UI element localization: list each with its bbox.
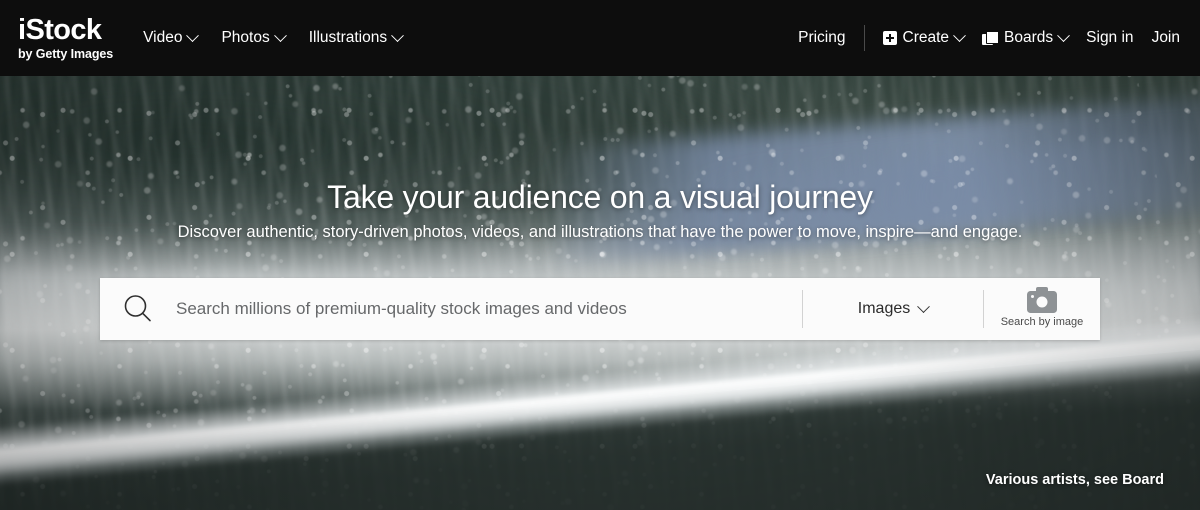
- search-bar: Images Search by image: [100, 278, 1100, 340]
- hero-subheading: Discover authentic, story-driven photos,…: [177, 223, 1023, 241]
- nav-item-create-label: Create: [902, 29, 950, 46]
- join-link[interactable]: Join: [1152, 29, 1180, 47]
- chevron-down-icon: [186, 28, 200, 42]
- search-input[interactable]: [176, 278, 802, 340]
- nav-item-pricing[interactable]: Pricing: [798, 29, 845, 47]
- camera-icon: [1027, 286, 1057, 313]
- nav-item-illustrations[interactable]: Illustrations: [308, 28, 404, 47]
- camera-viewfinder-dot: [1030, 294, 1034, 298]
- primary-nav: Video Photos Illustrations: [143, 28, 404, 47]
- logo-tagline: by Getty Images: [18, 46, 114, 61]
- istock-logo[interactable]: iStock by Getty Images: [18, 13, 114, 61]
- nav-item-boards[interactable]: Boards: [982, 28, 1071, 47]
- search-by-image-label: Search by image: [1000, 315, 1084, 328]
- nav-item-video[interactable]: Video: [143, 28, 200, 47]
- chevron-down-icon: [1057, 28, 1071, 42]
- istock-homepage-hero: iStock by Getty Images Video Photos Illu…: [0, 0, 1200, 510]
- nav-item-pricing-label: Pricing: [798, 29, 846, 46]
- chevron-down-icon: [273, 28, 287, 42]
- nav-item-create[interactable]: Create: [882, 28, 966, 47]
- nav-item-boards-label: Boards: [1004, 29, 1054, 46]
- join-label: Join: [1151, 29, 1180, 46]
- nav-item-photos[interactable]: Photos: [221, 28, 287, 47]
- chevron-down-icon: [953, 28, 966, 42]
- secondary-nav: Pricing Create Boards Sign in Join: [798, 25, 1180, 51]
- nav-divider: [863, 25, 865, 51]
- image-credit[interactable]: Various artists, see Board: [986, 472, 1164, 488]
- camera-lens: [1036, 296, 1048, 307]
- hero-content: Take your audience on a visual journey D…: [0, 76, 1200, 510]
- stacked-squares-icon: [982, 31, 1000, 45]
- site-header: iStock by Getty Images Video Photos Illu…: [0, 0, 1200, 76]
- nav-item-video-label: Video: [143, 29, 183, 46]
- search-type-label: Images: [857, 300, 911, 317]
- nav-item-photos-label: Photos: [221, 29, 270, 46]
- search-icon-button[interactable]: [100, 292, 176, 326]
- sign-in-link[interactable]: Sign in: [1086, 29, 1133, 47]
- nav-item-illustrations-label: Illustrations: [308, 29, 388, 46]
- logo-wordmark: iStock: [18, 13, 102, 46]
- search-by-image-button[interactable]: Search by image: [984, 278, 1100, 340]
- search-type-dropdown[interactable]: Images: [803, 278, 983, 340]
- chevron-down-icon: [917, 299, 931, 313]
- chevron-down-icon: [391, 28, 404, 42]
- sign-in-label: Sign in: [1086, 29, 1134, 46]
- page-title: Take your audience on a visual journey: [327, 179, 873, 215]
- search-icon: [124, 295, 151, 322]
- plus-square-icon: [882, 31, 897, 45]
